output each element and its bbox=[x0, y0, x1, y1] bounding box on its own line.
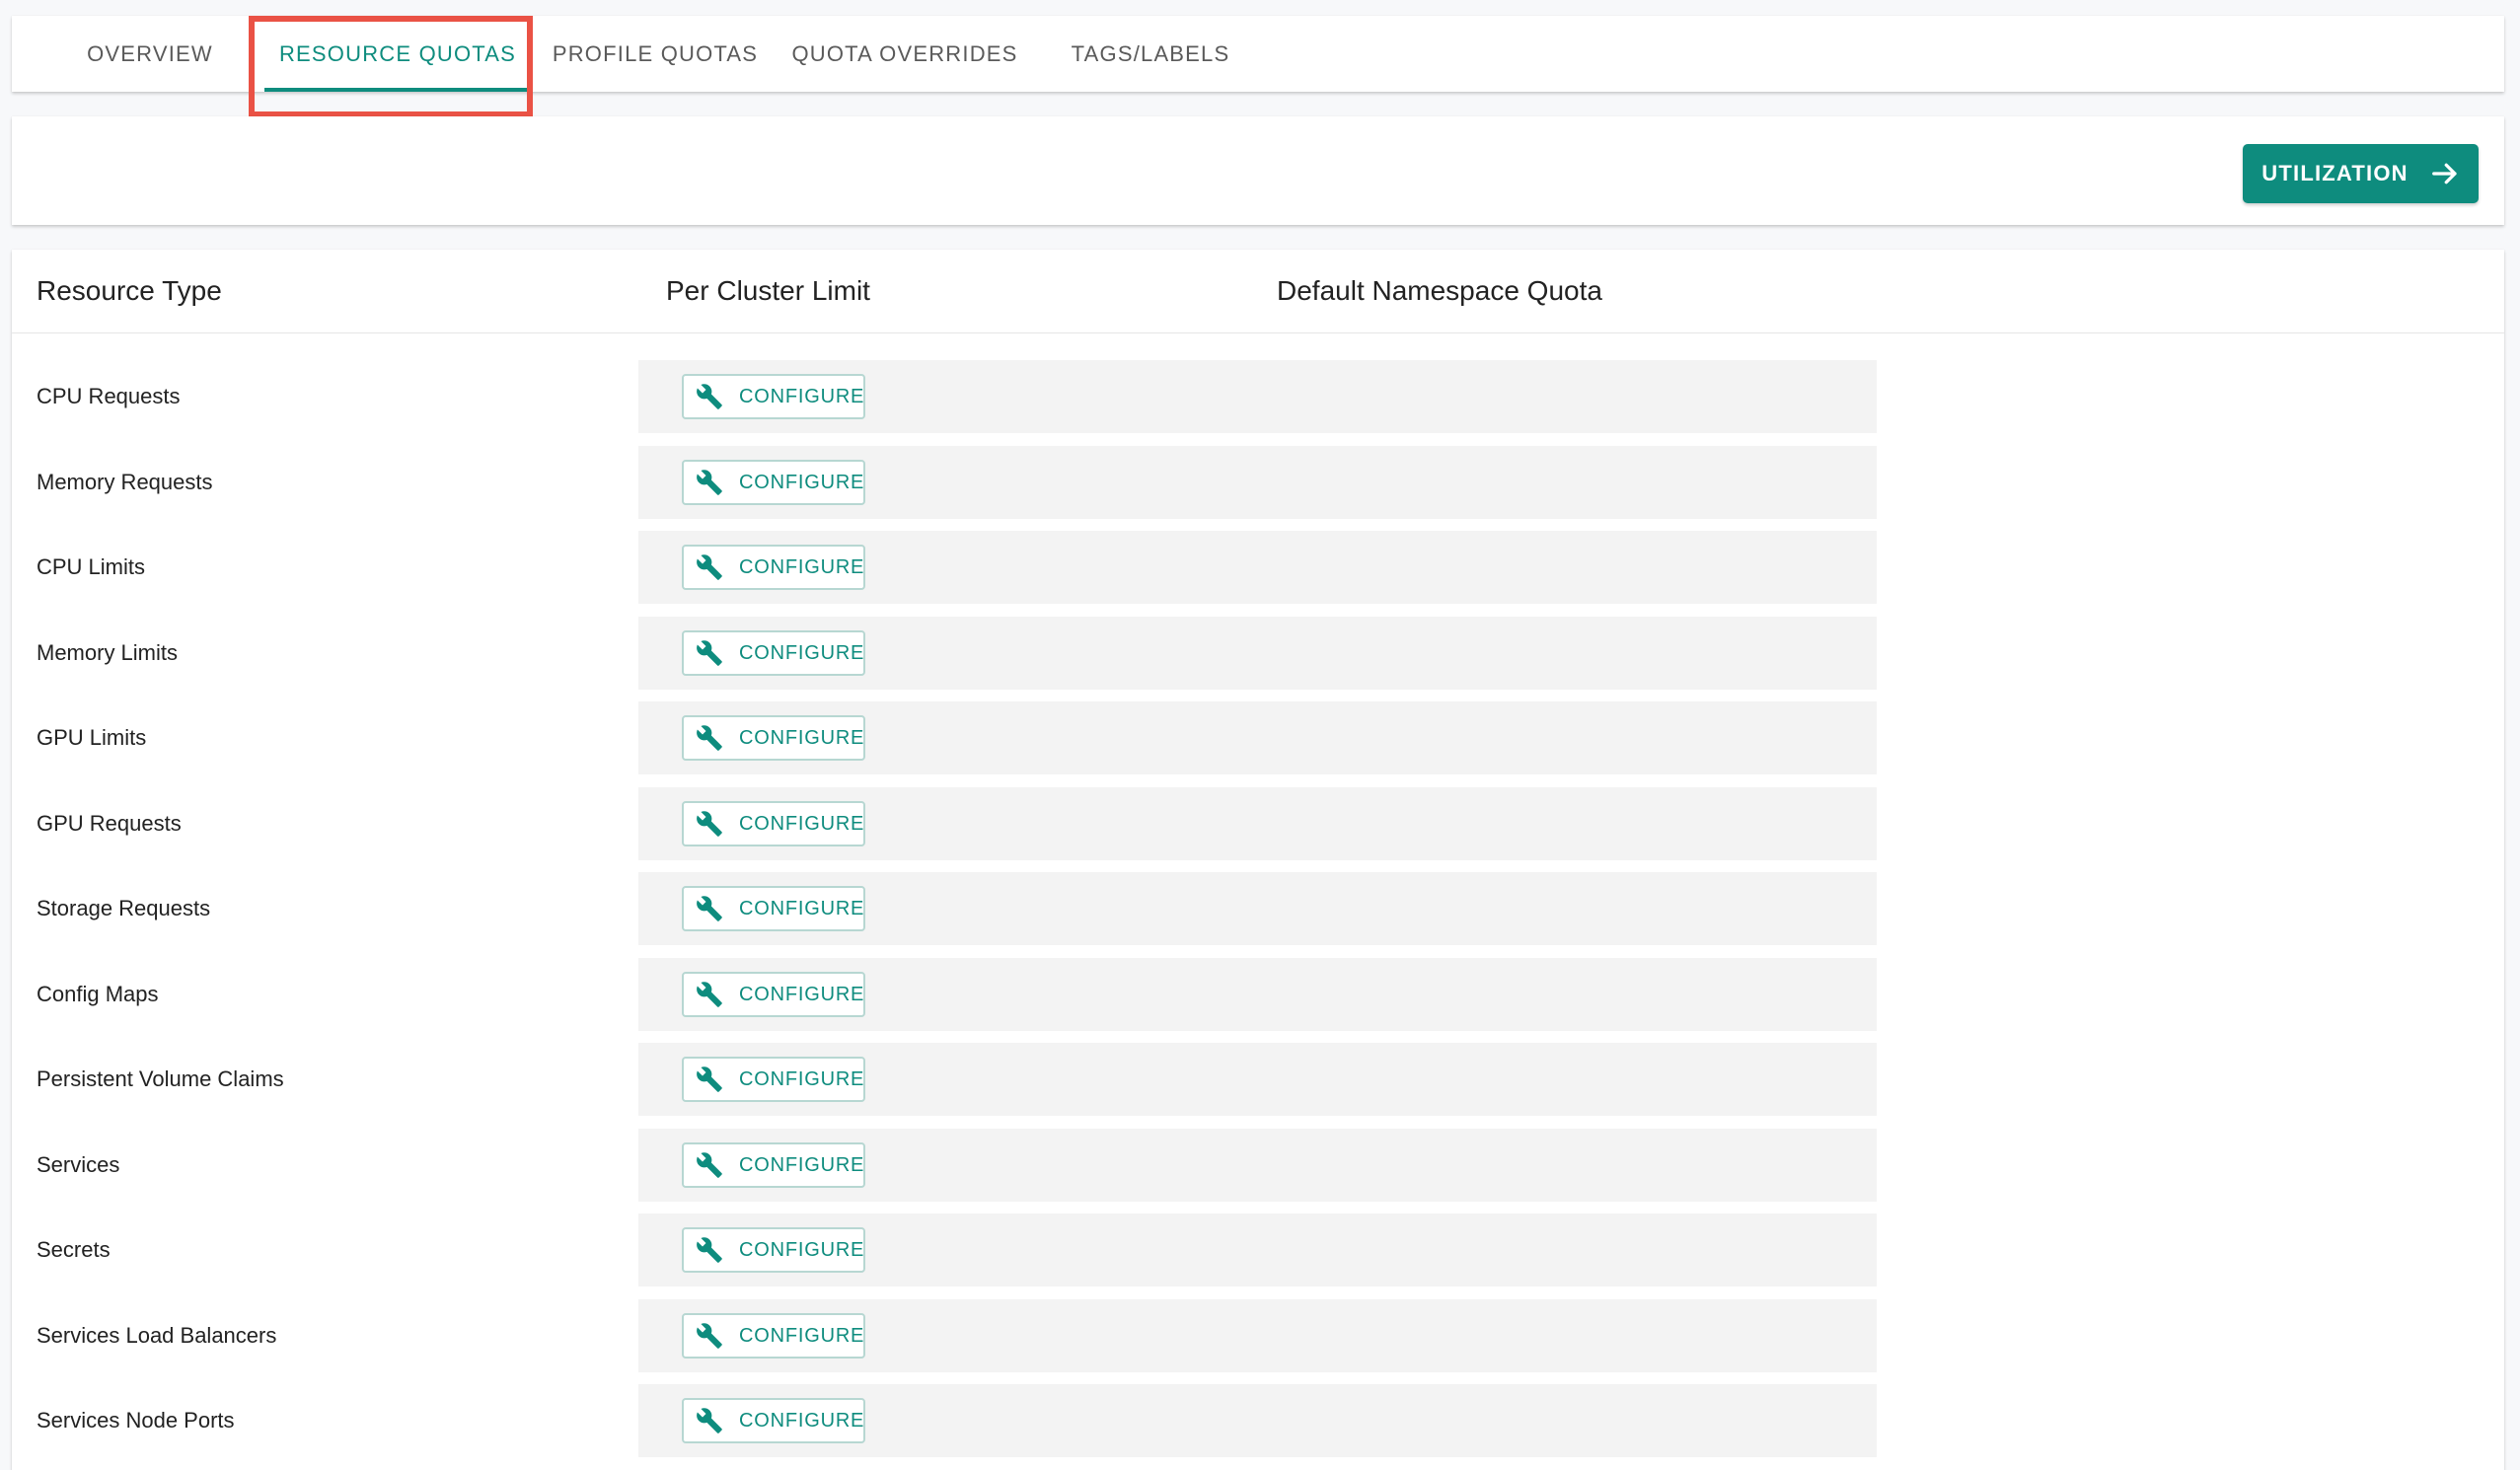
tab-quota-overrides[interactable]: QUOTA OVERRIDES bbox=[787, 16, 1022, 92]
configure-button[interactable]: CONFIGURE bbox=[682, 801, 865, 846]
resource-type-label: Memory Requests bbox=[37, 470, 213, 494]
table-row: Services Load Balancers CONFIGURE bbox=[12, 1299, 2504, 1372]
configure-button-label: CONFIGURE bbox=[739, 1409, 865, 1432]
wrench-icon bbox=[697, 640, 722, 666]
column-header-default-namespace-quota: Default Namespace Quota bbox=[1277, 275, 1602, 306]
configure-button[interactable]: CONFIGURE bbox=[682, 1398, 865, 1443]
configure-button-label: CONFIGURE bbox=[739, 641, 865, 664]
active-tab-indicator bbox=[264, 88, 531, 92]
configure-button[interactable]: CONFIGURE bbox=[682, 1313, 865, 1359]
tab-tags-labels[interactable]: TAGS/LABELS bbox=[1064, 16, 1237, 92]
column-header-per-cluster-limit: Per Cluster Limit bbox=[666, 275, 870, 306]
configure-button-label: CONFIGURE bbox=[739, 1324, 865, 1347]
configure-button[interactable]: CONFIGURE bbox=[682, 630, 865, 676]
tab-profile-quotas[interactable]: PROFILE QUOTAS bbox=[547, 16, 764, 92]
configure-button[interactable]: CONFIGURE bbox=[682, 460, 865, 505]
resource-type-label: Memory Limits bbox=[37, 640, 179, 665]
resource-quotas-table: Resource Type Per Cluster Limit Default … bbox=[12, 250, 2504, 1470]
tab-overview[interactable]: OVERVIEW bbox=[65, 16, 235, 92]
configure-button[interactable]: CONFIGURE bbox=[682, 545, 865, 590]
resource-type-label: Config Maps bbox=[37, 982, 159, 1006]
configure-button-label: CONFIGURE bbox=[739, 1067, 865, 1090]
configure-button-label: CONFIGURE bbox=[739, 812, 865, 835]
table-row: CPU Limits CONFIGURE bbox=[12, 531, 2504, 604]
limit-cell: CONFIGURE bbox=[638, 446, 1877, 519]
tab-resource-quotas[interactable]: RESOURCE QUOTAS bbox=[264, 16, 531, 92]
action-bar: UTILIZATION bbox=[12, 116, 2504, 225]
wrench-icon bbox=[697, 896, 722, 921]
limit-cell: CONFIGURE bbox=[638, 360, 1877, 433]
configure-button-label: CONFIGURE bbox=[739, 1238, 865, 1261]
table-row: Persistent Volume Claims CONFIGURE bbox=[12, 1043, 2504, 1116]
resource-type-label: Services Load Balancers bbox=[37, 1323, 277, 1348]
tab-overview-label: OVERVIEW bbox=[87, 40, 213, 66]
table-row: Secrets CONFIGURE bbox=[12, 1213, 2504, 1286]
configure-button-label: CONFIGURE bbox=[739, 897, 865, 919]
table-row: Storage Requests CONFIGURE bbox=[12, 872, 2504, 945]
tab-quota-overrides-label: QUOTA OVERRIDES bbox=[791, 40, 1018, 66]
configure-button[interactable]: CONFIGURE bbox=[682, 1057, 865, 1102]
limit-cell: CONFIGURE bbox=[638, 1299, 1877, 1372]
wrench-icon bbox=[697, 554, 722, 580]
configure-button-label: CONFIGURE bbox=[739, 385, 865, 407]
limit-cell: CONFIGURE bbox=[638, 701, 1877, 774]
tab-profile-quotas-label: PROFILE QUOTAS bbox=[552, 40, 759, 66]
wrench-icon bbox=[697, 1066, 722, 1092]
configure-button[interactable]: CONFIGURE bbox=[682, 374, 865, 419]
arrow-right-icon bbox=[2431, 163, 2457, 184]
configure-button[interactable]: CONFIGURE bbox=[682, 715, 865, 761]
configure-button-label: CONFIGURE bbox=[739, 1153, 865, 1176]
utilization-button[interactable]: UTILIZATION bbox=[2243, 144, 2479, 203]
limit-cell: CONFIGURE bbox=[638, 1213, 1877, 1286]
wrench-icon bbox=[697, 725, 722, 751]
wrench-icon bbox=[697, 1323, 722, 1349]
wrench-icon bbox=[697, 982, 722, 1007]
limit-cell: CONFIGURE bbox=[638, 872, 1877, 945]
table-row: Services CONFIGURE bbox=[12, 1129, 2504, 1202]
configure-button[interactable]: CONFIGURE bbox=[682, 1142, 865, 1188]
table-row: Services Node Ports CONFIGURE bbox=[12, 1384, 2504, 1457]
limit-cell: CONFIGURE bbox=[638, 1384, 1877, 1457]
wrench-icon bbox=[697, 1152, 722, 1178]
configure-button-label: CONFIGURE bbox=[739, 983, 865, 1005]
resource-type-label: Persistent Volume Claims bbox=[37, 1066, 284, 1091]
limit-cell: CONFIGURE bbox=[638, 531, 1877, 604]
resource-type-label: GPU Limits bbox=[37, 725, 147, 750]
column-header-resource-type: Resource Type bbox=[37, 275, 222, 306]
resource-type-label: Secrets bbox=[37, 1237, 111, 1262]
resource-type-label: GPU Requests bbox=[37, 811, 182, 836]
resource-type-label: CPU Limits bbox=[37, 554, 146, 579]
configure-button[interactable]: CONFIGURE bbox=[682, 886, 865, 931]
wrench-icon bbox=[697, 470, 722, 495]
table-row: GPU Requests CONFIGURE bbox=[12, 787, 2504, 860]
resource-type-label: Services Node Ports bbox=[37, 1408, 235, 1433]
resource-type-label: CPU Requests bbox=[37, 384, 181, 408]
wrench-icon bbox=[697, 811, 722, 837]
configure-button-label: CONFIGURE bbox=[739, 726, 865, 749]
tab-bar: OVERVIEW RESOURCE QUOTAS PROFILE QUOTAS … bbox=[12, 16, 2504, 92]
table-row: Config Maps CONFIGURE bbox=[12, 958, 2504, 1031]
resource-type-label: Services bbox=[37, 1152, 120, 1177]
configure-button[interactable]: CONFIGURE bbox=[682, 972, 865, 1017]
table-row: GPU Limits CONFIGURE bbox=[12, 701, 2504, 774]
limit-cell: CONFIGURE bbox=[638, 1043, 1877, 1116]
limit-cell: CONFIGURE bbox=[638, 617, 1877, 690]
tab-tags-labels-label: TAGS/LABELS bbox=[1071, 40, 1230, 66]
utilization-button-label: UTILIZATION bbox=[2261, 161, 2409, 185]
limit-cell: CONFIGURE bbox=[638, 1129, 1877, 1202]
wrench-icon bbox=[697, 384, 722, 409]
resource-type-label: Storage Requests bbox=[37, 896, 211, 920]
limit-cell: CONFIGURE bbox=[638, 787, 1877, 860]
configure-button-label: CONFIGURE bbox=[739, 555, 865, 578]
configure-button[interactable]: CONFIGURE bbox=[682, 1227, 865, 1273]
wrench-icon bbox=[697, 1237, 722, 1263]
table-row: Memory Requests CONFIGURE bbox=[12, 446, 2504, 519]
wrench-icon bbox=[697, 1408, 722, 1433]
configure-button-label: CONFIGURE bbox=[739, 471, 865, 493]
table-row: CPU Requests CONFIGURE bbox=[12, 360, 2504, 433]
limit-cell: CONFIGURE bbox=[638, 958, 1877, 1031]
table-header: Resource Type Per Cluster Limit Default … bbox=[12, 250, 2504, 333]
table-row: Memory Limits CONFIGURE bbox=[12, 617, 2504, 690]
tab-resource-quotas-label: RESOURCE QUOTAS bbox=[278, 40, 517, 66]
